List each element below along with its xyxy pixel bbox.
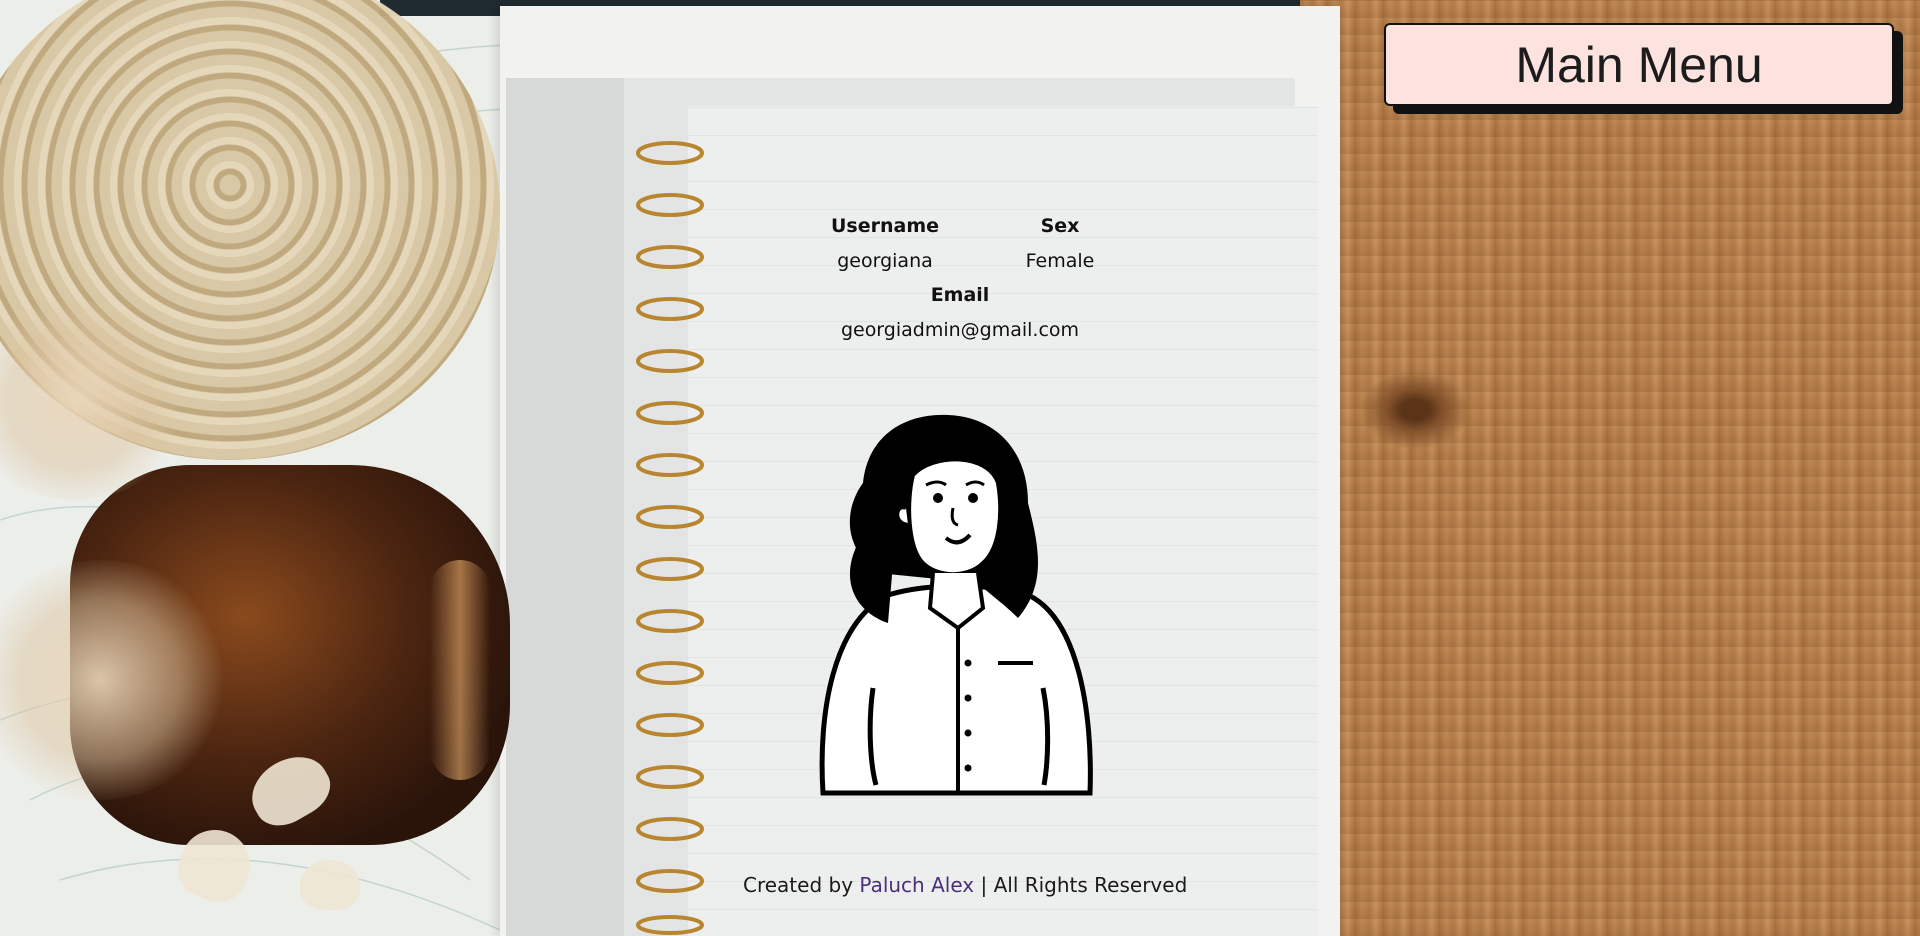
sex-label: Sex bbox=[1040, 215, 1080, 237]
email-label: Email bbox=[930, 284, 990, 306]
sex-value: Female bbox=[1025, 250, 1095, 272]
email-value: georgiadmin@gmail.com bbox=[840, 319, 1080, 341]
username-value: georgiana bbox=[837, 250, 933, 272]
notebook-spine bbox=[506, 78, 624, 936]
main-menu-button[interactable]: Main Menu bbox=[1384, 23, 1894, 106]
avatar bbox=[819, 414, 1093, 796]
spiral-rings bbox=[636, 141, 704, 935]
footer-credit: Created by Paluch Alex | All Rights Rese… bbox=[743, 873, 1187, 897]
author-link[interactable]: Paluch Alex bbox=[859, 873, 974, 897]
jar-reflection bbox=[430, 560, 490, 780]
wood-grain bbox=[1300, 0, 1920, 936]
petal bbox=[300, 860, 360, 910]
footer-prefix: Created by bbox=[743, 873, 854, 897]
wood-knot bbox=[1360, 370, 1470, 450]
footer-suffix: | All Rights Reserved bbox=[980, 873, 1188, 897]
username-label: Username bbox=[830, 215, 940, 237]
